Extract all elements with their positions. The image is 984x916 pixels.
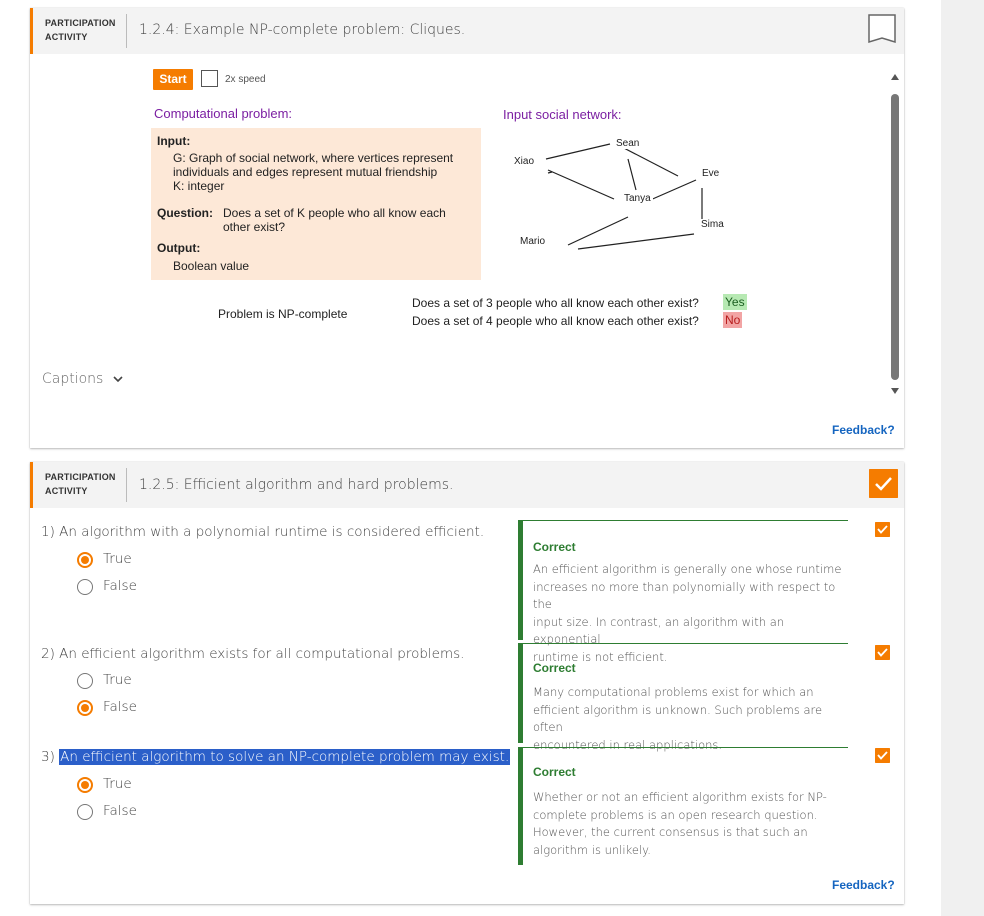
input-line: K: integer: [173, 179, 225, 193]
activity-title: 1.2.4: Example NP-complete problem: Cliq…: [139, 22, 466, 38]
start-button[interactable]: Start: [153, 69, 193, 90]
explanation-line: However, the current consensus is that s…: [533, 825, 808, 839]
edge-sean-tanya: [627, 158, 637, 191]
question-number: 1): [41, 524, 55, 540]
activity-type-line2: ACTIVITY: [45, 32, 88, 42]
edge-xiao-sean: [545, 143, 611, 160]
explanation-line: complete problems is an open research qu…: [533, 807, 818, 822]
scrollbar-thumb[interactable]: [891, 94, 899, 380]
activity-header: PARTICIPATION ACTIVITY 1.2.4: Example NP…: [30, 8, 904, 54]
option-label: False: [103, 578, 137, 594]
answer-check-icon: [875, 645, 890, 660]
incomplete-ribbon-icon: [868, 14, 896, 44]
explanation-text: Whether or not an efficient algorithm ex…: [533, 789, 843, 859]
radio-unselected[interactable]: [77, 804, 93, 820]
activity-type-label: PARTICIPATION ACTIVITY: [45, 470, 129, 498]
social-network-graph: Sean Xiao Eve Tanya Sima Mario: [510, 136, 726, 261]
question-line: Does a set of K people who all know each: [223, 206, 446, 220]
completed-check-icon: [869, 469, 898, 498]
query-line: Does a set of 4 people who all know each…: [412, 314, 699, 328]
answer-no-badge: No: [723, 312, 743, 328]
question-number: 2): [41, 646, 55, 662]
option-label: False: [103, 803, 137, 819]
input-line: G: Graph of social network, where vertic…: [173, 151, 454, 165]
edge-xiao-tanya: [547, 169, 615, 200]
edge-mario-sima: [577, 233, 695, 250]
question-text: An algorithm with a polynomial runtime i…: [59, 524, 485, 540]
participation-activity-efficient: PARTICIPATION ACTIVITY 1.2.5: Efficient …: [30, 462, 904, 904]
option-label: True: [103, 672, 132, 688]
activity-type-label: PARTICIPATION ACTIVITY: [45, 16, 129, 44]
answer-check-icon: [875, 522, 890, 537]
speed-checkbox[interactable]: [201, 70, 218, 87]
radio-selected[interactable]: [77, 777, 93, 793]
computational-problem-title: Computational problem:: [154, 106, 293, 121]
question-text-highlighted: An efficient algorithm to solve an NP-co…: [59, 749, 511, 765]
result-label: Correct: [533, 540, 576, 554]
graph-node-label: Tanya: [622, 193, 653, 204]
explanation-line: Many computational problems exist for wh…: [533, 685, 814, 699]
radio-selected[interactable]: [77, 552, 93, 568]
explanation-panel: Correct An efficient algorithm is genera…: [518, 520, 848, 664]
explanation-line: algorithm is unlikely.: [533, 842, 651, 857]
radio-unselected[interactable]: [77, 673, 93, 689]
scroll-up-arrow[interactable]: [891, 74, 899, 80]
captions-toggle[interactable]: Captions: [42, 371, 103, 387]
option-label: False: [103, 699, 137, 715]
np-complete-text: Problem is NP-complete: [218, 307, 348, 321]
explanation-line: increases no more than polynomially with…: [533, 579, 836, 612]
question-line: other exist?: [223, 220, 286, 234]
answer-check-icon: [875, 748, 890, 763]
edge-tanya-eve: [647, 179, 697, 202]
participation-activity-cliques: PARTICIPATION ACTIVITY 1.2.4: Example NP…: [30, 8, 904, 448]
graph-node-label: Xiao: [512, 156, 537, 167]
option-label: True: [103, 551, 132, 567]
input-line: individuals and edges represent mutual f…: [173, 165, 438, 179]
chevron-down-icon[interactable]: [112, 373, 124, 385]
problem-definition-box: Input: G: Graph of social network, where…: [151, 128, 481, 280]
graph-node-label: Mario: [518, 236, 548, 247]
query-line: Does a set of 3 people who all know each…: [412, 296, 699, 310]
radio-unselected[interactable]: [77, 579, 93, 595]
question-3: 3) An efficient algorithm to solve an NP…: [41, 749, 511, 765]
output-label: Output:: [157, 241, 201, 255]
activity-type-line2: ACTIVITY: [45, 486, 88, 496]
header-divider: [126, 468, 127, 502]
question-1: 1) An algorithm with a polynomial runtim…: [41, 524, 484, 540]
answer-yes-badge: Yes: [723, 294, 747, 310]
output-value: Boolean value: [173, 259, 250, 273]
question-number: 3): [41, 749, 55, 765]
explanation-line: An efficient algorithm is generally one …: [533, 562, 842, 576]
result-label: Correct: [533, 661, 576, 675]
edge-mario-tanya: [567, 216, 629, 246]
option-label: True: [103, 776, 132, 792]
activity-type-line1: PARTICIPATION: [45, 18, 116, 28]
graph-node-label: Sean: [614, 138, 642, 149]
explanation-line: efficient algorithm is unknown. Such pro…: [533, 702, 823, 735]
question-2: 2) An efficient algorithm exists for all…: [41, 646, 464, 662]
activity-type-line1: PARTICIPATION: [45, 472, 116, 482]
speed-label: 2x speed: [225, 74, 266, 85]
input-network-title: Input social network:: [503, 107, 622, 122]
radio-selected[interactable]: [77, 700, 93, 716]
activity-title: 1.2.5: Efficient algorithm and hard prob…: [139, 477, 454, 493]
input-label: Input:: [157, 134, 191, 148]
graph-node-label: Sima: [699, 219, 726, 230]
graph-node-label: Eve: [700, 168, 722, 179]
edge-xiao-mario: [547, 171, 553, 174]
question-text: An efficient algorithm exists for all co…: [59, 646, 465, 662]
activity-header: PARTICIPATION ACTIVITY 1.2.5: Efficient …: [30, 462, 904, 508]
explanation-panel: Correct Many computational problems exis…: [518, 643, 848, 752]
feedback-link[interactable]: Feedback?: [832, 423, 895, 437]
result-label: Correct: [533, 765, 576, 779]
explanation-panel: Correct Whether or not an efficient algo…: [518, 747, 848, 865]
page-right-gutter: [941, 0, 984, 916]
question-label: Question:: [157, 206, 213, 220]
explanation-line: Whether or not an efficient algorithm ex…: [533, 790, 827, 804]
header-divider: [126, 14, 127, 48]
feedback-link[interactable]: Feedback?: [832, 878, 895, 892]
scroll-down-arrow[interactable]: [891, 388, 899, 394]
explanation-text: Many computational problems exist for wh…: [533, 684, 843, 754]
